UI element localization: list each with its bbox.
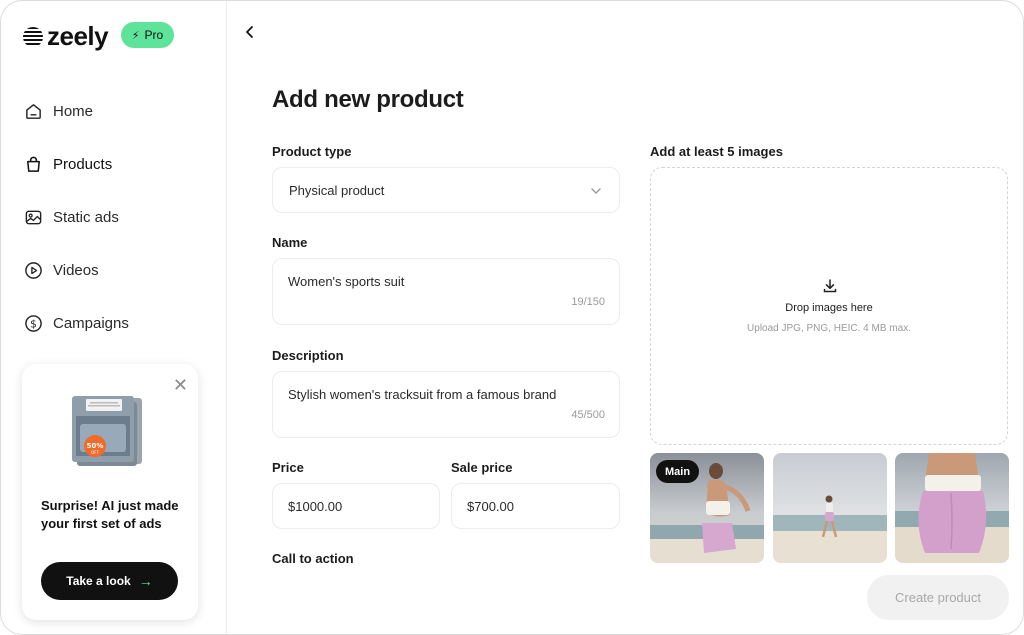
svg-text:OFF: OFF <box>91 450 99 455</box>
play-icon <box>23 261 43 281</box>
product-type-value: Physical product <box>289 183 385 198</box>
main-image-badge: Main <box>656 460 700 483</box>
arrow-right-icon: → <box>138 573 153 589</box>
description-label: Description <box>272 348 344 363</box>
image-icon <box>23 208 43 228</box>
back-button[interactable] <box>244 25 256 44</box>
promo-title: Surprise! AI just made your first set of… <box>41 498 179 531</box>
bag-icon <box>23 155 43 175</box>
sale-price-label: Sale price <box>451 460 513 475</box>
name-value: Women's sports suit <box>288 274 405 289</box>
price-label: Price <box>272 460 304 475</box>
image-thumbnail-1[interactable]: Main <box>650 453 764 563</box>
logo-mark-icon <box>23 26 43 47</box>
sale-price-field[interactable]: $700.00 <box>451 483 620 529</box>
sidebar-item-campaigns[interactable]: $ Campaigns <box>23 297 129 350</box>
sidebar: zeely ⚡︎ Pro Home Products Static ads Vi… <box>1 1 227 634</box>
page-title: Add new product <box>272 86 464 113</box>
promo-card: ✕ 50% OFF Surprise! AI just made your fi… <box>22 364 198 620</box>
price-value: $1000.00 <box>288 499 343 514</box>
close-icon[interactable]: ✕ <box>173 376 188 394</box>
take-a-look-label: Take a look <box>66 574 131 588</box>
dropzone-hint: Upload JPG, PNG, HEIC. 4 MB max. <box>747 323 911 334</box>
sidebar-item-label: Videos <box>53 262 99 279</box>
description-field[interactable]: Stylish women's tracksuit from a famous … <box>272 371 620 438</box>
dollar-icon: $ <box>23 314 43 334</box>
price-field[interactable]: $1000.00 <box>272 483 440 529</box>
svg-text:$: $ <box>30 318 37 330</box>
sidebar-item-products[interactable]: Products <box>23 138 129 191</box>
chevron-left-icon <box>246 26 253 38</box>
sidebar-item-static-ads[interactable]: Static ads <box>23 191 129 244</box>
name-field[interactable]: Women's sports suit 19/150 <box>272 258 620 325</box>
logo-text: zeely <box>47 21 109 51</box>
pro-badge[interactable]: ⚡︎ Pro <box>121 22 174 48</box>
pro-badge-label: Pro <box>144 28 164 42</box>
sidebar-nav: Home Products Static ads Videos $ Campai… <box>23 85 129 350</box>
dropzone-title: Drop images here <box>785 302 873 314</box>
sidebar-item-label: Products <box>53 156 113 173</box>
chevron-down-icon <box>591 188 601 194</box>
create-product-button[interactable]: Create product <box>867 575 1009 620</box>
name-label: Name <box>272 235 308 250</box>
sidebar-item-videos[interactable]: Videos <box>23 244 129 297</box>
sidebar-item-label: Campaigns <box>53 315 129 332</box>
cta-label: Call to action <box>272 551 354 563</box>
take-a-look-button[interactable]: Take a look → <box>41 562 178 600</box>
product-type-label: Product type <box>272 144 352 159</box>
product-type-select[interactable]: Physical product <box>272 167 620 213</box>
sidebar-item-home[interactable]: Home <box>23 85 129 138</box>
download-icon <box>823 279 837 293</box>
promo-ad-preview: 50% OFF <box>72 394 148 468</box>
sale-price-value: $700.00 <box>467 499 514 514</box>
app-frame: zeely ⚡︎ Pro Home Products Static ads Vi… <box>0 0 1024 635</box>
images-label: Add at least 5 images <box>650 144 783 159</box>
image-thumbnail-2[interactable] <box>773 453 887 563</box>
image-thumbnail-3[interactable] <box>895 453 1009 563</box>
image-dropzone[interactable]: Drop images here Upload JPG, PNG, HEIC. … <box>650 167 1008 445</box>
description-char-count: 45/500 <box>571 409 605 421</box>
sale-badge-text: 50% <box>87 442 104 450</box>
bolt-icon: ⚡︎ <box>131 29 140 42</box>
sidebar-item-label: Static ads <box>53 209 119 226</box>
logo[interactable]: zeely <box>23 21 109 52</box>
home-icon <box>23 102 43 122</box>
sidebar-item-label: Home <box>53 103 94 120</box>
description-value: Stylish women's tracksuit from a famous … <box>288 387 557 402</box>
name-char-count: 19/150 <box>571 296 605 308</box>
